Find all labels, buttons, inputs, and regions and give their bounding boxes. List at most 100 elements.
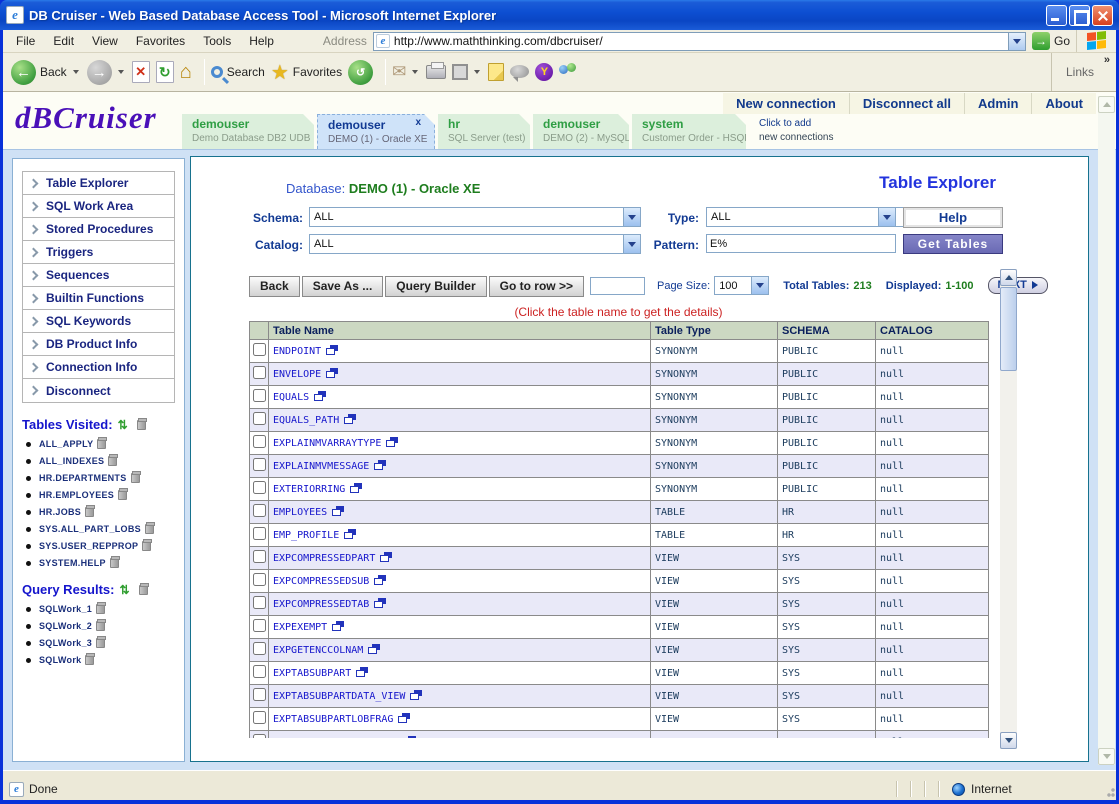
- search-button[interactable]: Search: [211, 65, 265, 79]
- address-url[interactable]: http://www.maththinking.com/dbcruiser/: [394, 34, 1008, 48]
- sidebar-item-disconnect[interactable]: Disconnect: [23, 379, 174, 402]
- refresh-button[interactable]: ↻: [156, 61, 174, 83]
- chevron-down-icon[interactable]: [878, 208, 895, 226]
- address-dropdown-icon[interactable]: [1008, 33, 1025, 50]
- connection-tab-sql-server-test[interactable]: hrSQL Server (test): [438, 114, 530, 149]
- menu-help[interactable]: Help: [240, 31, 283, 51]
- visited-table-sys-all-part-lobs[interactable]: SYS.ALL_PART_LOBS: [26, 524, 175, 534]
- goto-row-input[interactable]: [590, 277, 645, 295]
- row-checkbox[interactable]: [253, 435, 266, 448]
- row-checkbox[interactable]: [253, 734, 266, 738]
- query-result-sqlwork[interactable]: SQLWork: [26, 655, 175, 665]
- connection-tab-demo-2-mysql[interactable]: demouserDEMO (2) - MySQL: [533, 114, 629, 149]
- row-checkbox[interactable]: [253, 343, 266, 356]
- trash-icon[interactable]: [85, 507, 94, 517]
- scroll-down-icon[interactable]: [1000, 732, 1017, 749]
- scroll-up-icon[interactable]: [1000, 269, 1017, 286]
- trash-icon[interactable]: [131, 473, 140, 483]
- title-bar[interactable]: e DB Cruiser - Web Based Database Access…: [0, 0, 1119, 30]
- trash-icon[interactable]: [96, 604, 105, 614]
- trash-icon[interactable]: [108, 456, 117, 466]
- table-name-link-emp-profile[interactable]: EMP_PROFILE: [273, 530, 339, 541]
- visited-table-all-indexes[interactable]: ALL_INDEXES: [26, 456, 175, 466]
- header-link-new-connection[interactable]: New connection: [723, 93, 849, 114]
- table-name-link-endpoint[interactable]: ENDPOINT: [273, 346, 321, 357]
- header-link-about[interactable]: About: [1031, 93, 1096, 114]
- sidebar-item-connection-info[interactable]: Connection Info: [23, 356, 174, 379]
- row-checkbox[interactable]: [253, 527, 266, 540]
- sidebar-item-sequences[interactable]: Sequences: [23, 264, 174, 287]
- menu-file[interactable]: File: [7, 31, 44, 51]
- refresh-list-icon[interactable]: ⇅: [118, 418, 128, 432]
- open-window-icon[interactable]: [326, 368, 338, 378]
- open-window-icon[interactable]: [374, 598, 386, 608]
- open-window-icon[interactable]: [350, 483, 362, 493]
- forward-dropdown-icon[interactable]: [118, 70, 124, 74]
- header-link-admin[interactable]: Admin: [964, 93, 1031, 114]
- notes-button[interactable]: [488, 63, 504, 81]
- resize-dropdown-icon[interactable]: [474, 70, 480, 74]
- row-checkbox[interactable]: [253, 596, 266, 609]
- visited-table-sys-user-repprop[interactable]: SYS.USER_REPPROP: [26, 541, 175, 551]
- open-window-icon[interactable]: [374, 575, 386, 585]
- back-dropdown-icon[interactable]: [73, 70, 79, 74]
- resize-button[interactable]: [452, 64, 468, 80]
- connection-tab-demo-database-db2-udb[interactable]: demouserDemo Database DB2 UDB: [182, 114, 314, 149]
- minimize-button[interactable]: [1046, 5, 1067, 26]
- sidebar-item-sql-keywords[interactable]: SQL Keywords: [23, 310, 174, 333]
- close-button[interactable]: [1092, 5, 1113, 26]
- open-window-icon[interactable]: [386, 437, 398, 447]
- menu-tools[interactable]: Tools: [194, 31, 240, 51]
- table-name-link-expgetenccolnam[interactable]: EXPGETENCCOLNAM: [273, 645, 363, 656]
- connection-tab-demo-1-oracle-xe[interactable]: demouserDEMO (1) - Oracle XEx: [317, 114, 435, 149]
- trash-icon[interactable]: [97, 439, 106, 449]
- add-connection-hint[interactable]: Click to addnew connections: [759, 117, 834, 149]
- open-window-icon[interactable]: [380, 552, 392, 562]
- table-name-link-exteriorring[interactable]: EXTERIORRING: [273, 484, 345, 495]
- mail-dropdown-icon[interactable]: [412, 70, 418, 74]
- open-window-icon[interactable]: [368, 644, 380, 654]
- address-bar[interactable]: e http://www.maththinking.com/dbcruiser/: [373, 32, 1026, 51]
- table-name-link-expcompressedtab[interactable]: EXPCOMPRESSEDTAB: [273, 599, 369, 610]
- open-window-icon[interactable]: [344, 529, 356, 539]
- sidebar-item-stored-procedures[interactable]: Stored Procedures: [23, 218, 174, 241]
- page-size-select[interactable]: 100: [714, 276, 769, 295]
- trash-icon[interactable]: [142, 541, 151, 551]
- discuss-button[interactable]: [510, 67, 529, 78]
- pattern-input[interactable]: [706, 234, 896, 253]
- query-builder-button[interactable]: Query Builder: [385, 276, 486, 297]
- resize-grip[interactable]: [1102, 778, 1116, 800]
- row-checkbox[interactable]: [253, 550, 266, 563]
- messenger-yahoo-button[interactable]: Y: [535, 63, 553, 81]
- row-checkbox[interactable]: [253, 665, 266, 678]
- sidebar-item-db-product-info[interactable]: DB Product Info: [23, 333, 174, 356]
- open-window-icon[interactable]: [410, 690, 422, 700]
- back-button[interactable]: ← Back: [11, 60, 67, 85]
- maximize-button[interactable]: [1069, 5, 1090, 26]
- scroll-up-icon[interactable]: [1098, 96, 1115, 113]
- trash-icon[interactable]: [96, 638, 105, 648]
- table-name-link-envelope[interactable]: ENVELOPE: [273, 369, 321, 380]
- mail-button[interactable]: ✉: [392, 62, 406, 82]
- table-name-link-expcompressedpart[interactable]: EXPCOMPRESSEDPART: [273, 553, 375, 564]
- next-page-button[interactable]: NEXT: [988, 277, 1048, 294]
- table-name-link-exptabsubpartlobfrag[interactable]: EXPTABSUBPARTLOBFRAG: [273, 714, 393, 725]
- row-checkbox[interactable]: [253, 412, 266, 425]
- chevron-down-icon[interactable]: [751, 277, 768, 294]
- open-window-icon[interactable]: [404, 736, 416, 738]
- visited-table-hr-departments[interactable]: HR.DEPARTMENTS: [26, 473, 175, 483]
- open-window-icon[interactable]: [398, 713, 410, 723]
- trash-icon[interactable]: [145, 524, 154, 534]
- save-as-button[interactable]: Save As ...: [302, 276, 384, 297]
- header-link-disconnect-all[interactable]: Disconnect all: [849, 93, 964, 114]
- visited-table-all-apply[interactable]: ALL_APPLY: [26, 439, 175, 449]
- trash-icon[interactable]: [96, 621, 105, 631]
- query-result-sqlwork-2[interactable]: SQLWork_2: [26, 621, 175, 631]
- tab-close-icon[interactable]: x: [415, 117, 421, 128]
- forward-button[interactable]: →: [87, 60, 112, 85]
- table-name-link-exptabsubpart[interactable]: EXPTABSUBPART: [273, 668, 351, 679]
- scrollbar-thumb[interactable]: [1000, 287, 1017, 371]
- sidebar-item-sql-work-area[interactable]: SQL Work Area: [23, 195, 174, 218]
- row-checkbox[interactable]: [253, 573, 266, 586]
- row-checkbox[interactable]: [253, 389, 266, 402]
